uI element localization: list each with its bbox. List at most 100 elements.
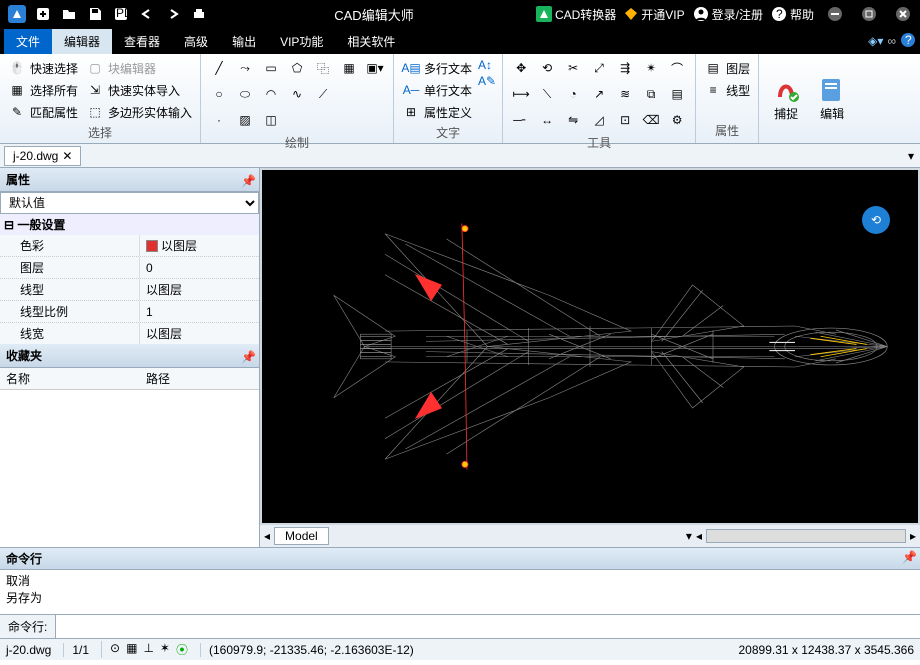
text-edit-icon[interactable]: A✎ bbox=[478, 74, 496, 88]
offset-icon[interactable]: ⇶ bbox=[613, 56, 637, 80]
spline-tool-icon[interactable]: ∿ bbox=[285, 82, 309, 106]
arc-tool-icon[interactable]: ◠ bbox=[259, 82, 283, 106]
redo-icon[interactable] bbox=[162, 3, 184, 25]
hscroll-left-icon[interactable]: ◂ bbox=[696, 529, 702, 543]
close-tab-icon[interactable]: ✕ bbox=[62, 149, 72, 163]
chamfer-icon[interactable]: ◿ bbox=[587, 108, 611, 132]
prop-row-lineweight[interactable]: 线宽以图层 bbox=[0, 323, 259, 344]
help-link[interactable]: ?帮助 bbox=[771, 6, 814, 23]
attdef-button[interactable]: ⊞属性定义 bbox=[400, 102, 474, 122]
prop-row-layer[interactable]: 图层0 bbox=[0, 257, 259, 279]
break-icon[interactable]: ≋ bbox=[613, 82, 637, 106]
app-icon[interactable] bbox=[6, 3, 28, 25]
model-tab-dropdown-icon[interactable]: ▾ bbox=[686, 529, 692, 543]
favorites-list[interactable] bbox=[0, 390, 259, 547]
command-log-body[interactable]: 取消 另存为 bbox=[0, 570, 920, 614]
tab-output[interactable]: 输出 bbox=[220, 29, 268, 54]
command-input[interactable] bbox=[56, 615, 920, 638]
extend-icon[interactable]: ─╴ bbox=[509, 108, 533, 132]
hscroll-right-icon[interactable]: ▸ bbox=[910, 529, 916, 543]
hatch-tool-icon[interactable]: ▨ bbox=[233, 108, 257, 132]
text-style-icon[interactable]: A↕ bbox=[478, 58, 496, 72]
tab-vip[interactable]: VIP功能 bbox=[268, 29, 335, 54]
osnap-toggle-icon[interactable]: ⦿ bbox=[176, 641, 188, 658]
model-tab[interactable]: Model bbox=[274, 527, 329, 545]
minimize-icon[interactable] bbox=[824, 3, 846, 25]
tab-viewer[interactable]: 查看器 bbox=[112, 29, 172, 54]
rotate-icon[interactable]: ⟲ bbox=[535, 56, 559, 80]
pin-icon[interactable]: 📌 bbox=[902, 550, 914, 562]
stext-button[interactable]: A─单行文本 bbox=[400, 80, 474, 100]
prop-row-ltscale[interactable]: 线型比例1 bbox=[0, 301, 259, 323]
snap-toggle-icon[interactable]: ⊙ bbox=[110, 641, 120, 658]
ellipse-tool-icon[interactable]: ⬭ bbox=[233, 82, 257, 106]
vip-link[interactable]: 开通VIP bbox=[624, 6, 684, 23]
fillet-icon[interactable]: ⌒ bbox=[665, 56, 689, 80]
trim-icon[interactable]: ✂ bbox=[561, 56, 585, 80]
grid-toggle-icon[interactable]: ▦ bbox=[126, 641, 137, 658]
scale-icon[interactable]: ⤢ bbox=[587, 56, 611, 80]
line-tool-icon[interactable]: ╱ bbox=[207, 56, 231, 80]
match-props-button[interactable]: ✎匹配属性 bbox=[6, 102, 80, 122]
measure-tool-icon[interactable]: ⟋ bbox=[311, 82, 335, 106]
properties-filter-combo[interactable]: 默认值 bbox=[0, 192, 259, 214]
group-icon[interactable]: ⊡ bbox=[613, 108, 637, 132]
undo-icon[interactable] bbox=[136, 3, 158, 25]
login-link[interactable]: 登录/注册 bbox=[693, 6, 763, 23]
ribbon-overflow-icon[interactable]: ◈▾ bbox=[868, 34, 883, 48]
snap-button[interactable]: 捕捉 bbox=[765, 56, 807, 141]
prop-group-general[interactable]: ⊟ 一般设置 bbox=[0, 214, 259, 235]
polyline-tool-icon[interactable]: ⤳ bbox=[233, 56, 257, 80]
polygon-tool-icon[interactable]: ⬠ bbox=[285, 56, 309, 80]
copy-tool-icon[interactable]: ⿻ bbox=[311, 56, 335, 80]
array-tool-icon[interactable]: ▦ bbox=[337, 56, 361, 80]
audit-icon[interactable]: ⚙ bbox=[665, 108, 689, 132]
region-tool-icon[interactable]: ◫ bbox=[259, 108, 283, 132]
print-icon[interactable] bbox=[188, 3, 210, 25]
block-tool-icon[interactable]: ▣▾ bbox=[363, 56, 387, 80]
linetype-button[interactable]: ≡线型 bbox=[702, 80, 752, 100]
pdf-icon[interactable]: PDF bbox=[110, 3, 132, 25]
drawing-canvas[interactable]: ⟲ bbox=[262, 170, 918, 523]
align-icon[interactable]: ▤ bbox=[665, 82, 689, 106]
polar-toggle-icon[interactable]: ✶ bbox=[160, 641, 170, 658]
dim-aligned-icon[interactable]: ⟍ bbox=[535, 82, 559, 106]
tab-advanced[interactable]: 高级 bbox=[172, 29, 220, 54]
polygon-input-button[interactable]: ⬚多边形实体输入 bbox=[84, 102, 194, 122]
open-icon[interactable] bbox=[58, 3, 80, 25]
tab-related[interactable]: 相关软件 bbox=[335, 29, 407, 54]
pin-icon[interactable]: 📌 bbox=[241, 350, 253, 362]
prop-row-color[interactable]: 色彩以图层 bbox=[0, 235, 259, 257]
explode-icon[interactable]: ✴ bbox=[639, 56, 663, 80]
pin-icon[interactable]: 📌 bbox=[241, 174, 253, 186]
mirror-icon[interactable]: ⇋ bbox=[561, 108, 585, 132]
tabbar-dropdown-icon[interactable]: ▾ bbox=[908, 149, 920, 163]
prop-row-linetype[interactable]: 线型以图层 bbox=[0, 279, 259, 301]
quick-import-button[interactable]: ⇲快速实体导入 bbox=[84, 80, 194, 100]
dim-radius-icon[interactable]: ◔ bbox=[561, 82, 585, 106]
dim-linear-icon[interactable]: ⟼ bbox=[509, 82, 533, 106]
stretch-icon[interactable]: ↔ bbox=[535, 108, 559, 132]
file-tab[interactable]: j-20.dwg✕ bbox=[4, 146, 81, 166]
horizontal-scrollbar[interactable] bbox=[706, 529, 906, 543]
move-icon[interactable]: ✥ bbox=[509, 56, 533, 80]
close-icon[interactable] bbox=[892, 3, 914, 25]
model-tab-prev-icon[interactable]: ◂ bbox=[264, 529, 270, 543]
new-icon[interactable] bbox=[32, 3, 54, 25]
ribbon-help-icon[interactable]: ? bbox=[900, 32, 916, 51]
view-cube-icon[interactable]: ⟲ bbox=[862, 206, 890, 234]
ortho-toggle-icon[interactable]: ⊥ bbox=[143, 641, 153, 658]
edit-button[interactable]: 编辑 bbox=[811, 56, 853, 141]
tab-file[interactable]: 文件 bbox=[4, 29, 52, 54]
join-icon[interactable]: ⧉ bbox=[639, 82, 663, 106]
save-icon[interactable] bbox=[84, 3, 106, 25]
leader-icon[interactable]: ↗ bbox=[587, 82, 611, 106]
purge-icon[interactable]: ⌫ bbox=[639, 108, 663, 132]
mtext-button[interactable]: A▤多行文本 bbox=[400, 58, 474, 78]
circle-tool-icon[interactable]: ○ bbox=[207, 82, 231, 106]
ribbon-collapse-icon[interactable]: ∞ bbox=[887, 34, 896, 48]
point-tool-icon[interactable]: · bbox=[207, 108, 231, 132]
select-all-button[interactable]: ▦选择所有 bbox=[6, 80, 80, 100]
quick-select-button[interactable]: 🖱️快速选择 bbox=[6, 58, 80, 78]
tab-editor[interactable]: 编辑器 bbox=[52, 29, 112, 54]
